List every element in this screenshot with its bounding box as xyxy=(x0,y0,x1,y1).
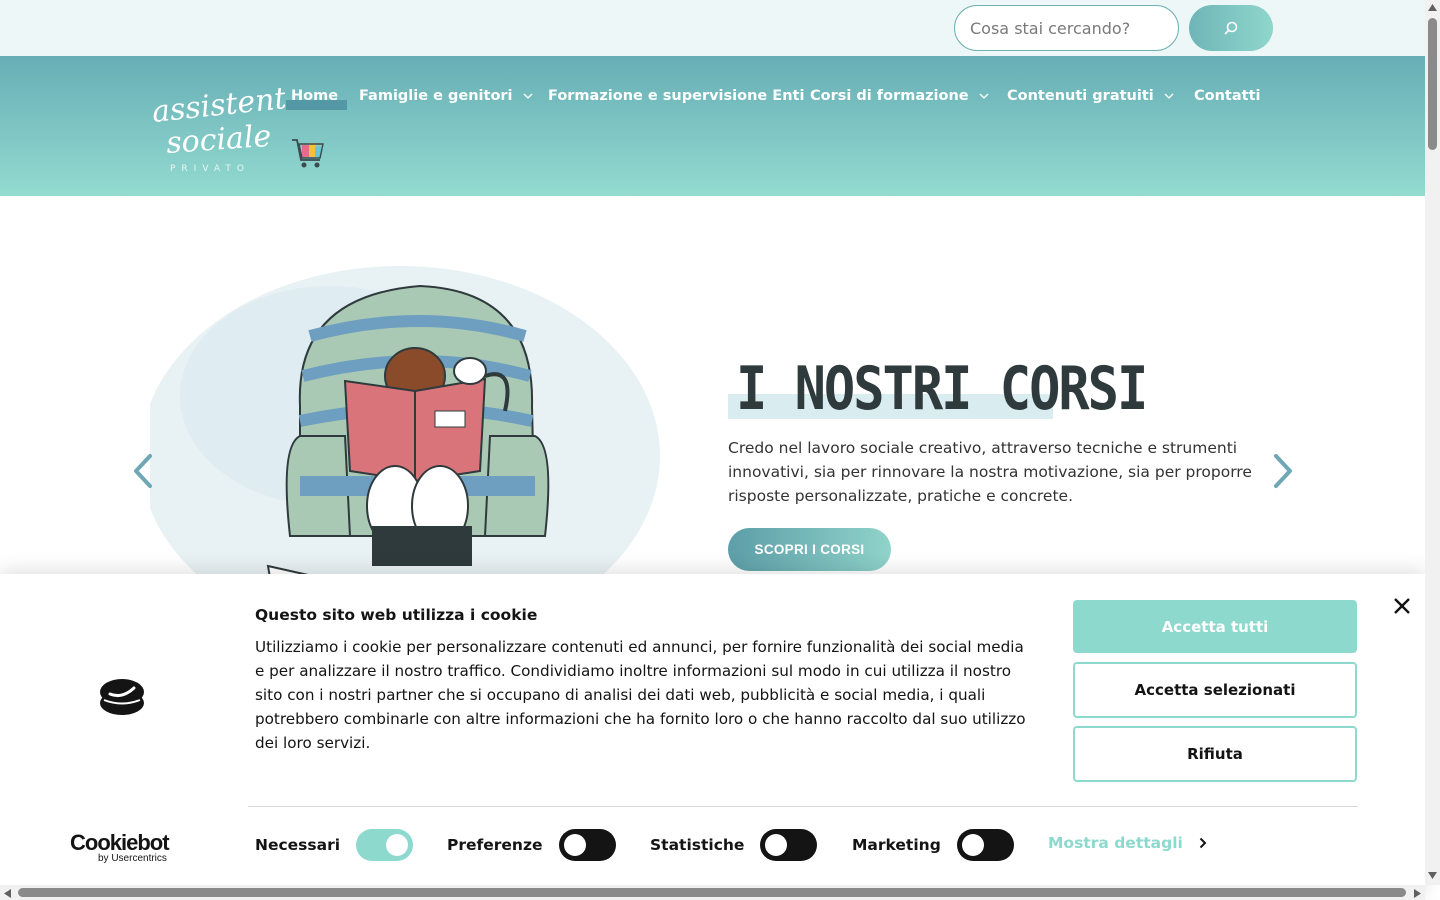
show-details-label: Mostra dettagli xyxy=(1048,834,1183,852)
vertical-scroll-thumb[interactable] xyxy=(1428,18,1437,150)
consent-label: Necessari xyxy=(255,836,341,854)
chevron-right-icon xyxy=(1199,837,1207,849)
nav-item-label: Formazione e supervisione Enti xyxy=(548,88,805,104)
hero-title-wrap: I NOSTRI CORSI xyxy=(728,355,1148,424)
search-input[interactable] xyxy=(954,5,1179,51)
close-icon xyxy=(1394,598,1410,614)
reject-button[interactable]: Rifiuta xyxy=(1073,726,1357,782)
nav-item-home[interactable]: Home xyxy=(286,84,348,110)
necessari-toggle[interactable] xyxy=(356,829,414,861)
hero-illustration xyxy=(150,266,660,576)
nav-item-label: Contenuti gratuiti xyxy=(1007,88,1154,104)
statistiche-toggle[interactable] xyxy=(760,829,818,861)
hero-description: Credo nel lavoro sociale creativo, attra… xyxy=(728,439,1252,505)
chevron-down-icon xyxy=(523,93,533,99)
consent-necessari: Necessari xyxy=(255,828,414,862)
scroll-down-arrow-icon[interactable] xyxy=(1428,872,1437,879)
toggle-knob xyxy=(563,834,586,856)
chevron-down-icon xyxy=(1164,93,1174,99)
top-search-bar xyxy=(0,0,1425,56)
cookiebot-subtitle: by Usercentrics xyxy=(98,853,167,864)
slider-next-button[interactable] xyxy=(1268,451,1298,491)
chevron-right-icon xyxy=(1274,454,1292,488)
preferenze-toggle[interactable] xyxy=(558,829,616,861)
nav-item-label: Famiglie e genitori xyxy=(359,88,513,104)
site-header: assistente sociale PRIVATO Home Famiglie… xyxy=(0,56,1425,196)
hero-slider: I NOSTRI CORSI Credo nel lavoro sociale … xyxy=(0,196,1425,576)
svg-text:PRIVATO: PRIVATO xyxy=(170,164,250,174)
discover-courses-button[interactable]: SCOPRI I CORSI xyxy=(728,528,891,571)
search-icon xyxy=(1224,21,1238,35)
marketing-toggle[interactable] xyxy=(956,829,1014,861)
scroll-up-arrow-icon[interactable] xyxy=(1428,4,1437,11)
nav-item-label: Corsi di formazione xyxy=(810,88,969,104)
nav-item-contenuti[interactable]: Contenuti gratuiti xyxy=(1007,84,1174,108)
divider xyxy=(248,806,1358,807)
hero-title: I NOSTRI CORSI xyxy=(736,355,1148,424)
horizontal-scrollbar[interactable] xyxy=(0,885,1425,900)
shopping-cart-icon[interactable] xyxy=(290,136,326,170)
nav-item-label: Contatti xyxy=(1194,88,1261,104)
search-button[interactable] xyxy=(1189,5,1273,51)
consent-label: Marketing xyxy=(852,836,941,854)
chevron-left-icon xyxy=(134,454,152,488)
nav-item-famiglie[interactable]: Famiglie e genitori xyxy=(359,84,533,108)
accept-selected-button[interactable]: Accetta selezionati xyxy=(1073,662,1357,718)
page: assistente sociale PRIVATO Home Famiglie… xyxy=(0,0,1440,900)
nav-item-label: Home xyxy=(291,88,339,104)
slider-prev-button[interactable] xyxy=(128,451,158,491)
close-button[interactable] xyxy=(1390,594,1414,618)
horizontal-scroll-thumb[interactable] xyxy=(18,888,1406,897)
svg-text:sociale: sociale xyxy=(165,119,272,161)
show-details-link[interactable]: Mostra dettagli xyxy=(1048,834,1207,852)
scroll-right-arrow-icon[interactable] xyxy=(1414,889,1421,898)
cookie-consent-banner: Questo sito web utilizza i cookie Utiliz… xyxy=(0,574,1425,900)
vertical-scrollbar[interactable] xyxy=(1425,0,1440,885)
cookiebot-logo[interactable]: Cookiebot by Usercentrics xyxy=(70,830,180,866)
consent-label: Statistiche xyxy=(650,836,745,854)
toggle-knob xyxy=(961,834,984,856)
consent-statistiche: Statistiche xyxy=(650,828,818,862)
nav-item-contatti[interactable]: Contatti xyxy=(1194,84,1260,108)
nav-item-corsi[interactable]: Corsi di formazione xyxy=(810,84,989,108)
site-logo[interactable]: assistente sociale PRIVATO xyxy=(150,78,285,178)
cookiebot-badge-icon xyxy=(100,679,144,715)
nav-item-formazione[interactable]: Formazione e supervisione Enti xyxy=(548,84,804,108)
scroll-left-arrow-icon[interactable] xyxy=(4,889,11,898)
consent-marketing: Marketing xyxy=(852,828,1014,862)
toggle-knob xyxy=(386,834,409,856)
cookie-description: Utilizziamo i cookie per personalizzare … xyxy=(255,638,1026,752)
consent-label: Preferenze xyxy=(447,836,543,854)
cookie-title: Questo sito web utilizza i cookie xyxy=(255,606,538,624)
accept-all-button[interactable]: Accetta tutti xyxy=(1073,600,1357,653)
toggle-knob xyxy=(765,834,788,856)
chevron-down-icon xyxy=(979,93,989,99)
consent-preferenze: Preferenze xyxy=(447,828,616,862)
